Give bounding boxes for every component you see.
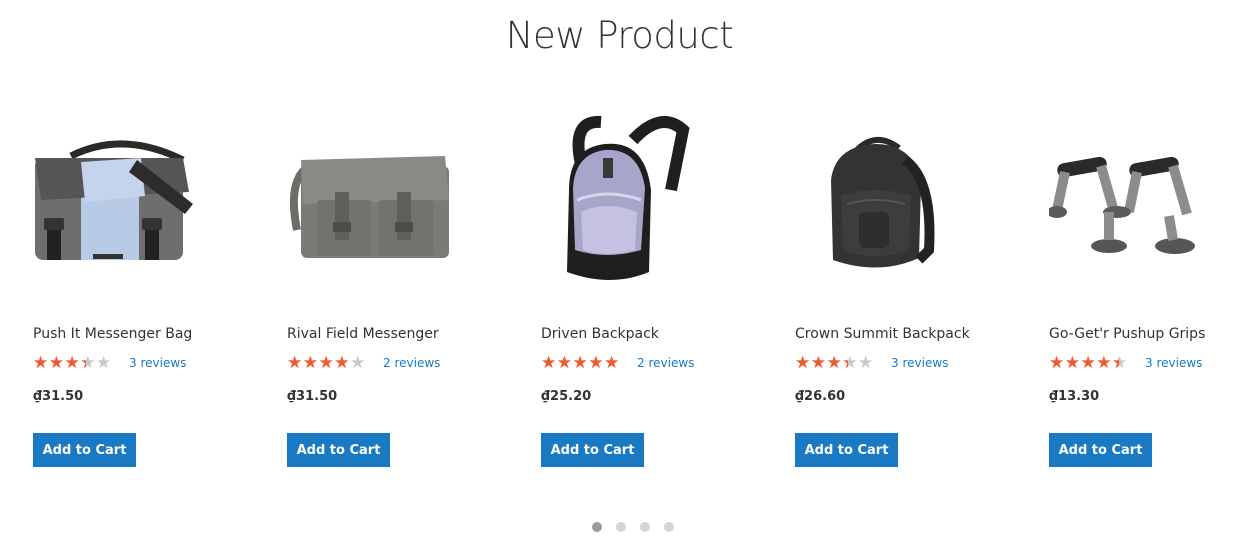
section-title: New Product [505, 14, 734, 57]
product-rating: ★★★★★★★★★★ 3 reviews [33, 353, 186, 373]
product-rating: ★★★★★★★★★★ 3 reviews [795, 353, 948, 373]
add-to-cart-button[interactable]: Add to Cart [795, 433, 898, 467]
add-to-cart-button[interactable]: Add to Cart [33, 433, 136, 467]
product-name[interactable]: Go-Get'r Pushup Grips [1049, 326, 1205, 342]
product-price: ₫13.30 [1049, 389, 1100, 404]
product-image[interactable] [287, 100, 477, 300]
reviews-link[interactable]: 2 reviews [383, 356, 440, 370]
product-card: Crown Summit Backpack ★★★★★★★★★★ 3 revie… [795, 100, 985, 480]
product-name[interactable]: Crown Summit Backpack [795, 326, 970, 342]
rating-stars: ★★★★★★★★★★ [541, 353, 620, 373]
add-to-cart-button[interactable]: Add to Cart [287, 433, 390, 467]
reviews-link[interactable]: 3 reviews [1145, 356, 1202, 370]
product-price: ₫26.60 [795, 389, 846, 404]
product-card: Rival Field Messenger ★★★★★★★★★★ 2 revie… [287, 100, 477, 480]
product-price: ₫25.20 [541, 389, 592, 404]
rating-stars: ★★★★★★★★★★ [33, 353, 112, 373]
carousel-dot-4[interactable] [664, 522, 674, 532]
reviews-link[interactable]: 3 reviews [129, 356, 186, 370]
product-image[interactable] [541, 100, 731, 300]
product-rating: ★★★★★★★★★★ 2 reviews [541, 353, 694, 373]
product-image[interactable] [33, 100, 223, 300]
reviews-link[interactable]: 3 reviews [891, 356, 948, 370]
product-rating: ★★★★★★★★★★ 3 reviews [1049, 353, 1202, 373]
carousel-pagination [592, 522, 674, 532]
product-image[interactable] [795, 100, 985, 300]
backpack-icon [567, 115, 690, 280]
add-to-cart-button[interactable]: Add to Cart [1049, 433, 1152, 467]
product-grid: Push It Messenger Bag ★★★★★★★★★★ 3 revie… [0, 100, 1239, 480]
product-name[interactable]: Driven Backpack [541, 326, 659, 342]
product-rating: ★★★★★★★★★★ 2 reviews [287, 353, 440, 373]
product-card: Push It Messenger Bag ★★★★★★★★★★ 3 revie… [33, 100, 223, 480]
black-backpack-icon [831, 137, 935, 268]
reviews-link[interactable]: 2 reviews [637, 356, 694, 370]
product-price: ₫31.50 [287, 389, 338, 404]
product-name[interactable]: Rival Field Messenger [287, 326, 439, 342]
field-messenger-bag-icon [289, 156, 449, 258]
carousel-dot-3[interactable] [640, 522, 650, 532]
add-to-cart-button[interactable]: Add to Cart [541, 433, 644, 467]
product-name[interactable]: Push It Messenger Bag [33, 326, 192, 342]
rating-stars: ★★★★★★★★★★ [1049, 353, 1128, 373]
rating-stars: ★★★★★★★★★★ [287, 353, 366, 373]
product-card: Driven Backpack ★★★★★ ★★★★★ 2 reviews ₫25… [541, 100, 731, 480]
pushup-grips-icon [1049, 156, 1195, 254]
product-image[interactable] [1049, 100, 1239, 300]
carousel-dot-1[interactable] [592, 522, 602, 532]
product-card: Go-Get'r Pushup Grips ★★★★★★★★★★ 3 revie… [1049, 100, 1239, 480]
product-price: ₫31.50 [33, 389, 84, 404]
rating-stars: ★★★★★★★★★★ [795, 353, 874, 373]
messenger-bag-icon [35, 140, 193, 260]
carousel-dot-2[interactable] [616, 522, 626, 532]
